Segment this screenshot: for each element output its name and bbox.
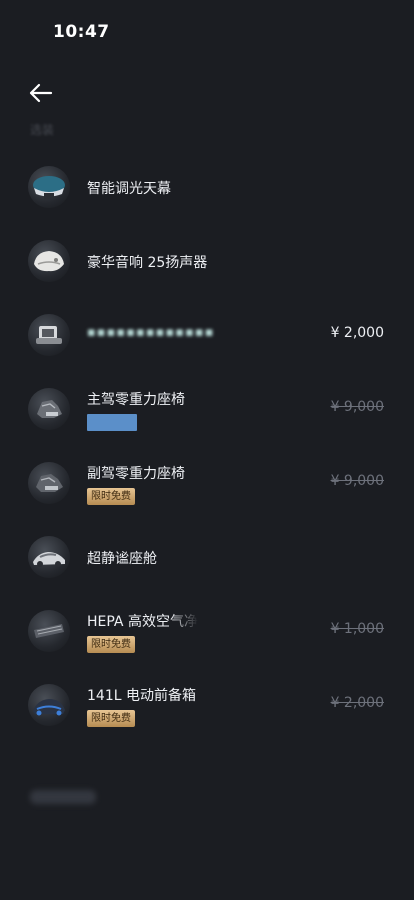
arrow-left-icon bbox=[29, 83, 53, 103]
feature-row-hepa[interactable]: HEPA 高效空气净 限时免费 ¥ 1,000 bbox=[0, 594, 414, 668]
feature-row-frunk[interactable]: 141L 电动前备箱 限时免费 ¥ 2,000 bbox=[0, 668, 414, 742]
feature-name: 豪华音响 25扬声器 bbox=[87, 255, 208, 271]
feature-list: 智能调光天幕 豪华音响 25扬声器 ▪▪▪▪▪▪▪▪▪▪▪▪▪ ¥ 2,000 bbox=[0, 150, 414, 742]
free-badge: 限时免费 bbox=[87, 488, 135, 505]
feature-name: 主驾零重力座椅 bbox=[87, 392, 185, 408]
filter-icon bbox=[28, 610, 70, 652]
seat-icon bbox=[28, 388, 70, 430]
feature-name: 副驾零重力座椅 bbox=[87, 466, 185, 482]
feature-name: ▪▪▪▪▪▪▪▪▪▪▪▪▪ bbox=[87, 325, 215, 340]
original-price: ¥ 1,000 bbox=[330, 621, 384, 637]
feature-name: 超静谧座舱 bbox=[87, 551, 157, 567]
feature-row-passenger-seat[interactable]: 副驾零重力座椅 限时免费 ¥ 9,000 bbox=[0, 446, 414, 520]
glass-roof-icon bbox=[28, 166, 70, 208]
original-price: ¥ 2,000 bbox=[330, 695, 384, 711]
car-icon bbox=[28, 536, 70, 578]
speaker-icon bbox=[28, 240, 70, 282]
free-badge: 限时免费 bbox=[87, 636, 135, 653]
frunk-icon bbox=[28, 684, 70, 726]
feature-name: 141L 电动前备箱 bbox=[87, 688, 196, 704]
free-badge: 限时免费 bbox=[87, 710, 135, 727]
bottom-placeholder bbox=[30, 790, 96, 804]
status-time: 10:47 bbox=[53, 22, 110, 42]
back-button[interactable] bbox=[26, 78, 56, 108]
section-label: 选装 bbox=[30, 123, 55, 137]
feature-row-glass-roof[interactable]: 智能调光天幕 bbox=[0, 150, 414, 224]
original-price: ¥ 9,000 bbox=[330, 473, 384, 489]
feature-row-quiet-cabin[interactable]: 超静谧座舱 bbox=[0, 520, 414, 594]
price: ¥ 2,000 bbox=[330, 325, 384, 341]
selection-indicator bbox=[87, 414, 137, 431]
feature-row-audio[interactable]: 豪华音响 25扬声器 bbox=[0, 224, 414, 298]
feature-row-driver-seat[interactable]: 主驾零重力座椅 ¥ 9,000 bbox=[0, 372, 414, 446]
original-price: ¥ 9,000 bbox=[330, 399, 384, 415]
status-bar: 10:47 bbox=[0, 0, 414, 60]
feature-row-console[interactable]: ▪▪▪▪▪▪▪▪▪▪▪▪▪ ¥ 2,000 bbox=[0, 298, 414, 372]
feature-name: HEPA 高效空气净 bbox=[87, 614, 198, 630]
feature-name: 智能调光天幕 bbox=[87, 181, 171, 197]
console-icon bbox=[28, 314, 70, 356]
seat-icon bbox=[28, 462, 70, 504]
